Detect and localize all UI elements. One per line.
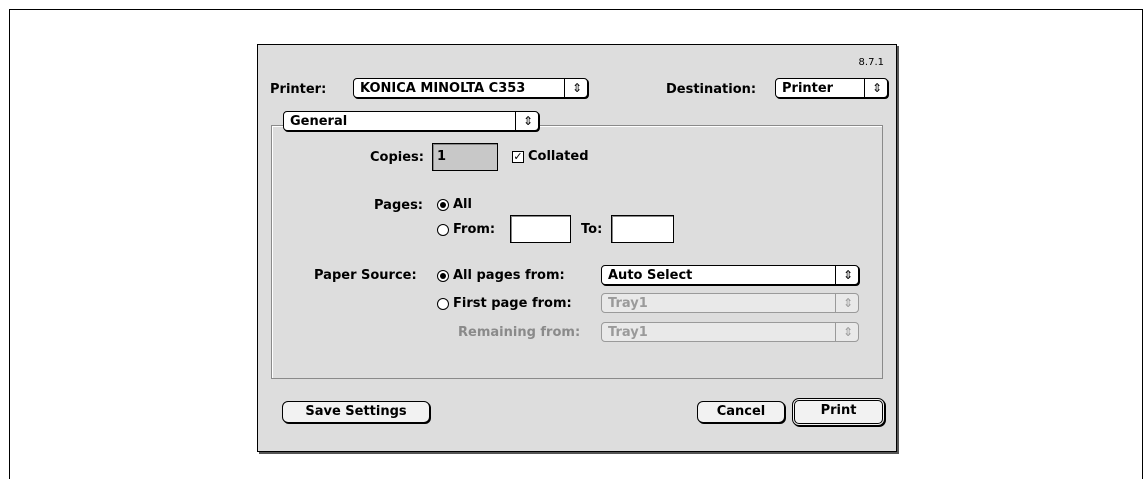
popup-divider [515, 112, 516, 130]
pages-from-radio[interactable] [437, 224, 449, 236]
remaining-from-value: Tray1 [608, 325, 648, 340]
chevron-updown-icon: ⇕ [522, 114, 533, 128]
printer-select-value: KONICA MINOLTA C353 [360, 81, 526, 96]
collated-checkbox[interactable]: ✓ [512, 151, 524, 163]
first-page-from-select[interactable]: Tray1 ⇕ [601, 293, 859, 313]
printer-select[interactable]: KONICA MINOLTA C353 ⇕ [353, 78, 588, 98]
remaining-from-select[interactable]: Tray1 ⇕ [601, 322, 859, 342]
printer-label: Printer: [270, 82, 327, 97]
popup-divider [564, 79, 565, 97]
copies-value: 1 [437, 149, 447, 164]
copies-label: Copies: [370, 150, 424, 165]
popup-divider [835, 266, 836, 284]
chevron-updown-icon: ⇕ [842, 296, 853, 310]
print-button[interactable]: Print [792, 398, 885, 426]
pages-from-label: From: [453, 222, 496, 237]
all-pages-from-select[interactable]: Auto Select ⇕ [601, 265, 859, 285]
cancel-button[interactable]: Cancel [697, 401, 785, 423]
version-label: 8.7.1 [858, 57, 884, 68]
all-pages-from-radio[interactable] [437, 270, 449, 282]
all-pages-from-value: Auto Select [608, 268, 693, 283]
popup-divider [835, 323, 836, 341]
pages-to-label: To: [581, 222, 603, 237]
panel-select[interactable]: General ⇕ [283, 111, 539, 131]
pages-label: Pages: [374, 198, 424, 213]
first-page-from-value: Tray1 [608, 296, 648, 311]
chevron-updown-icon: ⇕ [871, 81, 882, 95]
print-dialog: 8.7.1 Printer: KONICA MINOLTA C353 ⇕ Des… [257, 44, 897, 452]
pages-from-field[interactable] [510, 215, 571, 243]
pages-all-label: All [453, 197, 472, 212]
pages-all-radio[interactable] [437, 199, 449, 211]
panel-select-value: General [290, 114, 348, 129]
first-page-from-label: First page from: [453, 296, 572, 311]
chevron-updown-icon: ⇕ [842, 325, 853, 339]
paper-source-label: Paper Source: [314, 268, 417, 283]
popup-divider [864, 79, 865, 97]
first-page-from-radio[interactable] [437, 298, 449, 310]
save-settings-button[interactable]: Save Settings [282, 401, 430, 423]
collated-label: Collated [528, 149, 589, 164]
all-pages-from-label: All pages from: [453, 268, 565, 283]
chevron-updown-icon: ⇕ [571, 81, 582, 95]
chevron-updown-icon: ⇕ [842, 268, 853, 282]
destination-select-value: Printer [782, 81, 834, 96]
popup-divider [835, 294, 836, 312]
remaining-from-label: Remaining from: [458, 325, 581, 340]
destination-label: Destination: [666, 82, 757, 97]
pages-to-field[interactable] [611, 215, 674, 243]
destination-select[interactable]: Printer ⇕ [775, 78, 888, 98]
copies-field[interactable]: 1 [432, 143, 498, 171]
